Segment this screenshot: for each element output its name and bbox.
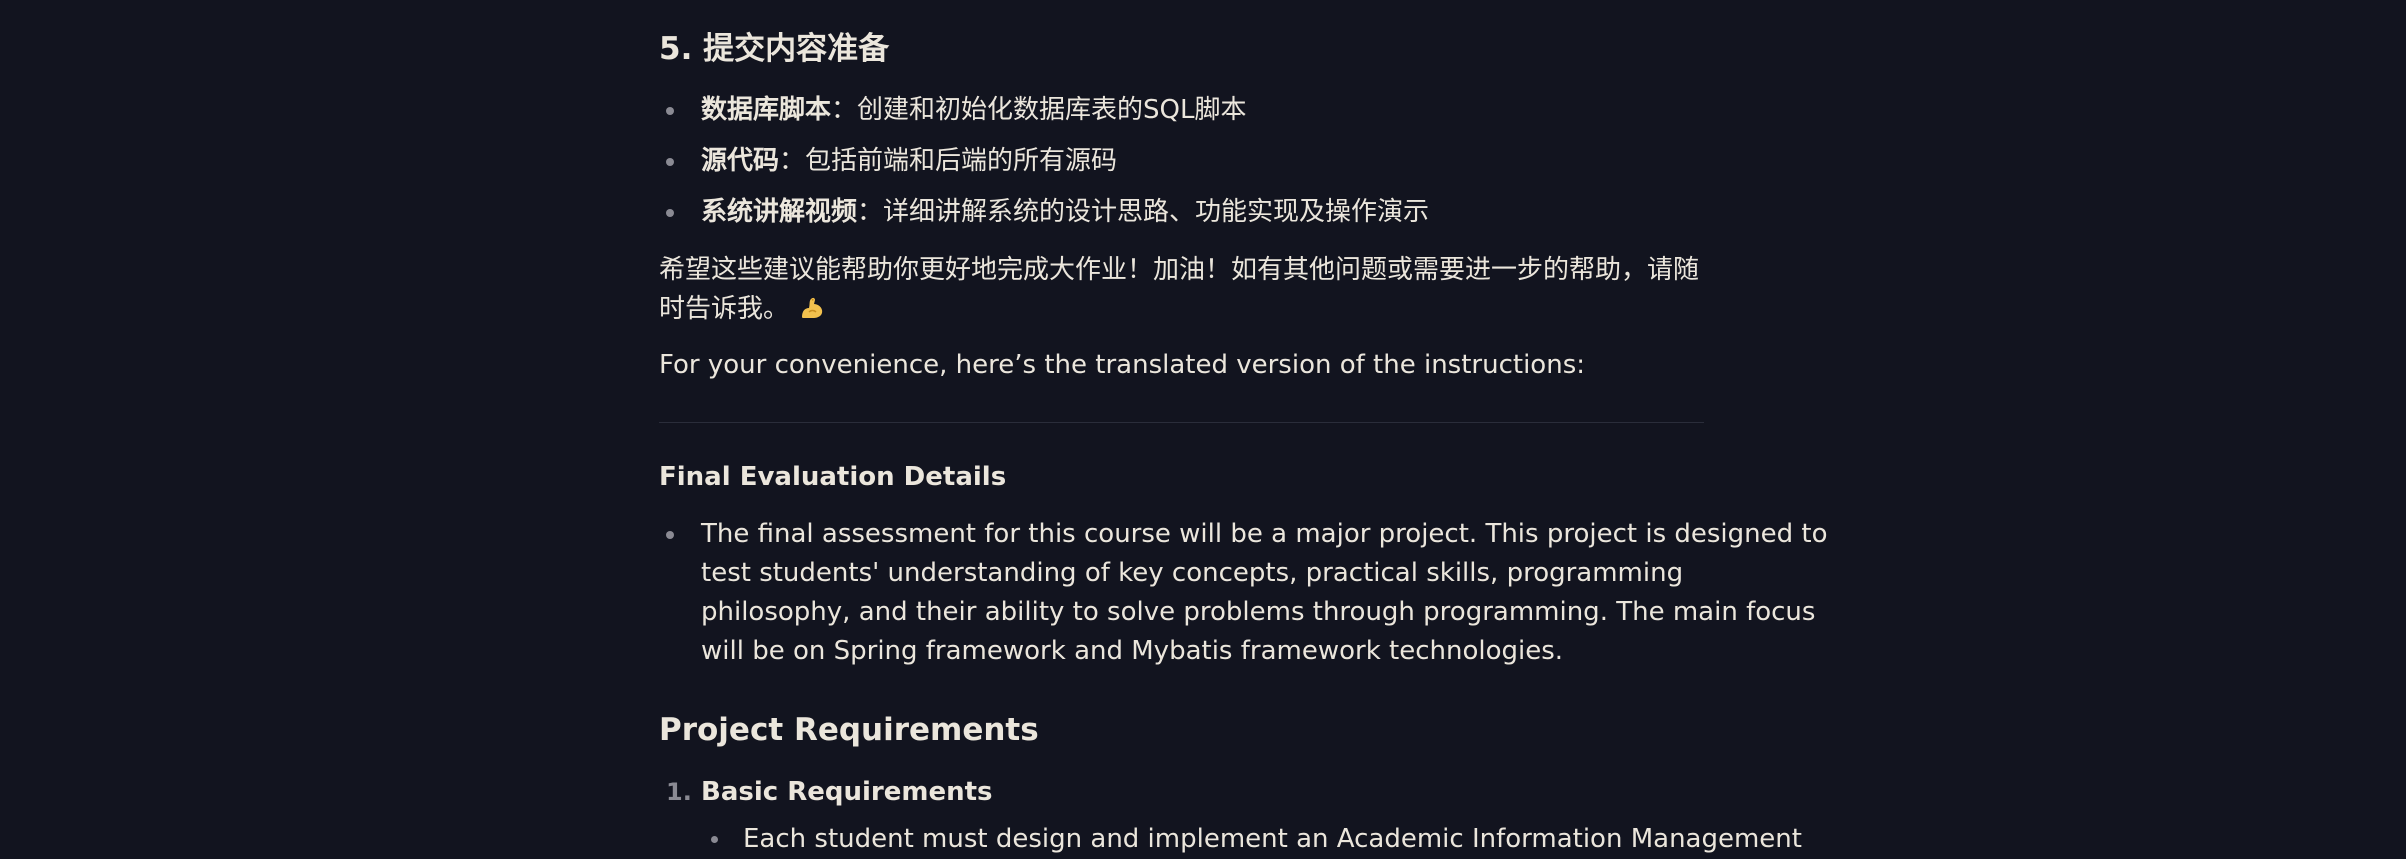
list-item-text: 数据库脚本：创建和初始化数据库表的SQL脚本 bbox=[701, 91, 1704, 130]
list-item-text: 系统讲解视频：详细讲解系统的设计思路、功能实现及操作演示 bbox=[701, 193, 1704, 232]
bullet-marker bbox=[666, 107, 674, 115]
list-item-label: 数据库脚本 bbox=[701, 95, 832, 125]
closing-line: 时告诉我。 bbox=[659, 294, 790, 324]
section-heading: 5. 提交内容准备 bbox=[659, 31, 890, 67]
text-line: test students' understanding of key conc… bbox=[701, 558, 1684, 588]
closing-paragraph: 希望这些建议能帮助你更好地完成大作业！加油！如有其他问题或需要进一步的帮助，请随… bbox=[659, 251, 1704, 329]
list-item-text: 源代码：包括前端和后端的所有源码 bbox=[701, 142, 1704, 181]
text-line: will be on Spring framework and Mybatis … bbox=[701, 636, 1564, 666]
closing-line: 希望这些建议能帮助你更好地完成大作业！加油！如有其他问题或需要进一步的帮助，请随 bbox=[659, 255, 1700, 285]
bullet-marker bbox=[666, 531, 674, 539]
bullet-marker bbox=[711, 836, 718, 843]
horizontal-divider bbox=[659, 422, 1704, 423]
list-item-label: 源代码 bbox=[701, 146, 780, 176]
text-line: philosophy, and their ability to solve p… bbox=[701, 597, 1816, 627]
list-item-description: ：创建和初始化数据库表的SQL脚本 bbox=[831, 95, 1247, 125]
list-item-label: Basic Requirements bbox=[701, 777, 993, 807]
text-line: The final assessment for this course wil… bbox=[701, 519, 1828, 549]
translation-intro: For your convenience, here’s the transla… bbox=[659, 350, 1585, 380]
list-item-label: 系统讲解视频 bbox=[701, 197, 858, 227]
list-item-description: ：包括前端和后端的所有源码 bbox=[779, 146, 1118, 176]
list-item-description: ：详细讲解系统的设计思路、功能实现及操作演示 bbox=[857, 197, 1430, 227]
section-heading: Project Requirements bbox=[659, 712, 1039, 748]
list-item-text: Each student must design and implement a… bbox=[743, 824, 1802, 854]
bullet-marker bbox=[666, 158, 674, 166]
bullet-marker bbox=[666, 209, 674, 217]
list-item-text: The final assessment for this course wil… bbox=[701, 515, 1828, 671]
list-number: 1. bbox=[666, 778, 692, 806]
flexed-biceps-icon bbox=[799, 293, 825, 318]
section-heading: Final Evaluation Details bbox=[659, 462, 1007, 492]
